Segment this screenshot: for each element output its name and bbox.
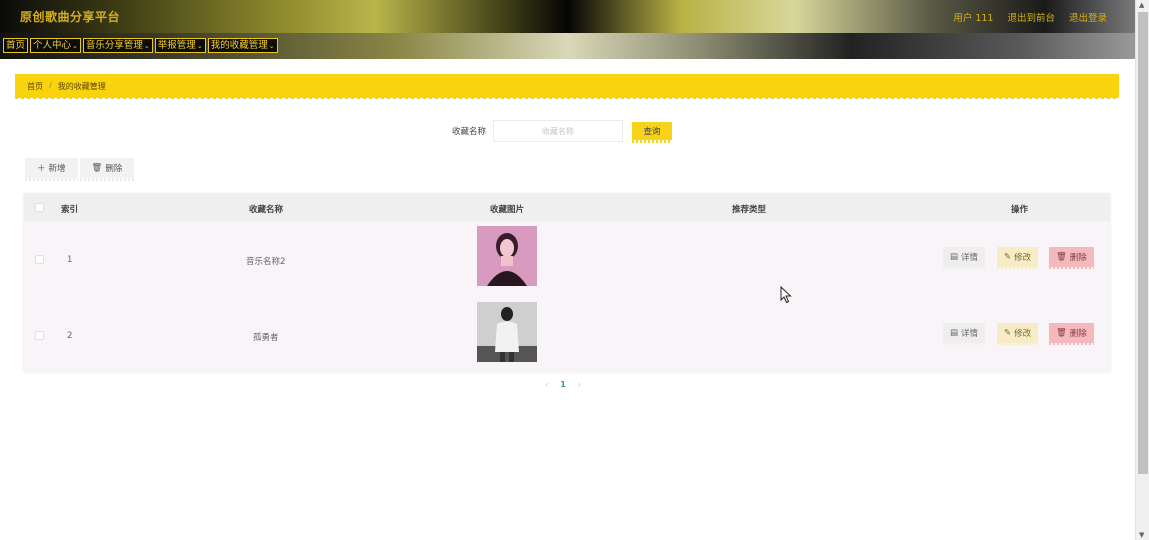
col-name: 收藏名称 [249, 205, 284, 215]
batch-delete-button[interactable]: 🗑 删除 [79, 158, 135, 181]
table-row: 2 孤勇者 ▤ 详情 ✎ 修改 🗑 删除 [24, 297, 1110, 373]
favorites-table: 索引 收藏名称 收藏图片 推荐类型 操作 1 音乐名称2 ▤ 详情 ✎ 修改 🗑 删除 [24, 193, 1110, 373]
breadcrumb: 首页 / 我的收藏管理 [27, 81, 106, 92]
breadcrumb-current: 我的收藏管理 [57, 82, 106, 91]
pagination: ‹ 1 › [545, 380, 581, 389]
col-ops: 操作 [1011, 205, 1029, 215]
search-input[interactable] [493, 120, 624, 142]
next-page-button[interactable]: › [578, 380, 581, 389]
portrait-image-icon [477, 226, 537, 286]
trash-icon: 🗑 [1056, 252, 1067, 262]
toolbar-actions: ＋ 新增 🗑 删除 [25, 158, 135, 181]
select-all-checkbox[interactable] [35, 203, 44, 212]
user-name: 用户 111 [953, 13, 994, 24]
scroll-down-icon[interactable]: ▼ [1139, 531, 1144, 539]
delete-button[interactable]: 🗑 删除 [1049, 323, 1094, 345]
detail-button[interactable]: ▤ 详情 [943, 323, 986, 345]
nav-item-label: 音乐分享管理 [85, 40, 143, 51]
top-header: 原创歌曲分享平台 用户 111 退出到前台 退出登录 [0, 0, 1135, 33]
row-checkbox[interactable] [35, 331, 44, 340]
chevron-down-icon: ⌄ [72, 42, 78, 50]
main-nav: 首页 个人中心⌄ 音乐分享管理⌄ 举报管理⌄ 我的收藏管理⌄ [0, 33, 1135, 59]
detail-label: 详情 [961, 329, 979, 339]
nav-item-personal-center[interactable]: 个人中心⌄ [30, 38, 81, 53]
detail-button[interactable]: ▤ 详情 [943, 247, 986, 269]
nav-item-label: 举报管理 [157, 40, 196, 51]
add-button-label: 新增 [48, 164, 66, 174]
row-index: 1 [67, 255, 73, 265]
edit-button[interactable]: ✎ 修改 [997, 323, 1039, 345]
top-right-links: 用户 111 退出到前台 退出登录 [953, 10, 1107, 24]
nav-item-label: 首页 [6, 40, 26, 51]
row-name: 孤勇者 [253, 333, 279, 343]
nav-item-label: 我的收藏管理 [210, 40, 268, 51]
pencil-icon: ✎ [1004, 252, 1012, 262]
delete-button[interactable]: 🗑 删除 [1049, 247, 1094, 269]
row-image[interactable] [477, 226, 537, 286]
detail-label: 详情 [961, 253, 979, 263]
logout-link[interactable]: 退出登录 [1069, 10, 1107, 24]
add-button[interactable]: ＋ 新增 [25, 158, 78, 181]
mouse-cursor-icon [780, 286, 792, 304]
delete-label: 删除 [1069, 329, 1087, 339]
nav-item-music-share[interactable]: 音乐分享管理⌄ [82, 38, 153, 53]
col-image: 收藏图片 [490, 205, 525, 215]
document-icon: ▤ [950, 328, 959, 338]
edit-label: 修改 [1014, 253, 1032, 263]
search-row: 收藏名称 查询 [452, 120, 673, 143]
row-image[interactable] [477, 302, 537, 362]
row-checkbox[interactable] [35, 255, 44, 264]
table-row: 1 音乐名称2 ▤ 详情 ✎ 修改 🗑 删除 [24, 221, 1110, 297]
nav-item-my-favorites[interactable]: 我的收藏管理⌄ [207, 38, 278, 53]
row-index: 2 [67, 331, 73, 341]
back-to-front-link[interactable]: 退出到前台 [1007, 10, 1055, 24]
chevron-down-icon: ⌄ [196, 42, 203, 50]
edit-label: 修改 [1014, 329, 1032, 339]
vertical-scrollbar[interactable]: ▲ ▼ [1135, 0, 1149, 540]
edit-button[interactable]: ✎ 修改 [997, 247, 1039, 269]
pencil-icon: ✎ [1004, 328, 1012, 338]
col-index: 索引 [61, 205, 79, 215]
portrait-image-icon [477, 302, 537, 362]
chevron-down-icon: ⌄ [143, 42, 150, 50]
col-type: 推荐类型 [732, 205, 767, 215]
search-button[interactable]: 查询 [632, 122, 673, 143]
scroll-up-icon[interactable]: ▲ [1139, 1, 1144, 9]
breadcrumb-bar: 首页 / 我的收藏管理 [15, 74, 1119, 99]
row-name: 音乐名称2 [246, 257, 286, 267]
nav-item-home[interactable]: 首页 [3, 38, 29, 53]
search-label: 收藏名称 [452, 127, 487, 137]
trash-icon: 🗑 [91, 163, 103, 173]
nav-item-label: 个人中心 [33, 40, 72, 51]
document-icon: ▤ [950, 252, 959, 262]
delete-label: 删除 [1069, 253, 1087, 263]
scroll-thumb[interactable] [1138, 12, 1148, 474]
page-number[interactable]: 1 [560, 380, 566, 389]
site-title: 原创歌曲分享平台 [20, 10, 121, 24]
chevron-down-icon: ⌄ [268, 42, 275, 50]
plus-icon: ＋ [37, 164, 46, 174]
prev-page-button[interactable]: ‹ [545, 380, 548, 389]
nav-item-report[interactable]: 举报管理⌄ [154, 38, 206, 53]
trash-icon: 🗑 [1056, 328, 1067, 338]
breadcrumb-home[interactable]: 首页 [27, 81, 43, 92]
table-header: 索引 收藏名称 收藏图片 推荐类型 操作 [24, 193, 1110, 221]
breadcrumb-separator: / [49, 81, 52, 90]
batch-delete-label: 删除 [105, 164, 123, 174]
